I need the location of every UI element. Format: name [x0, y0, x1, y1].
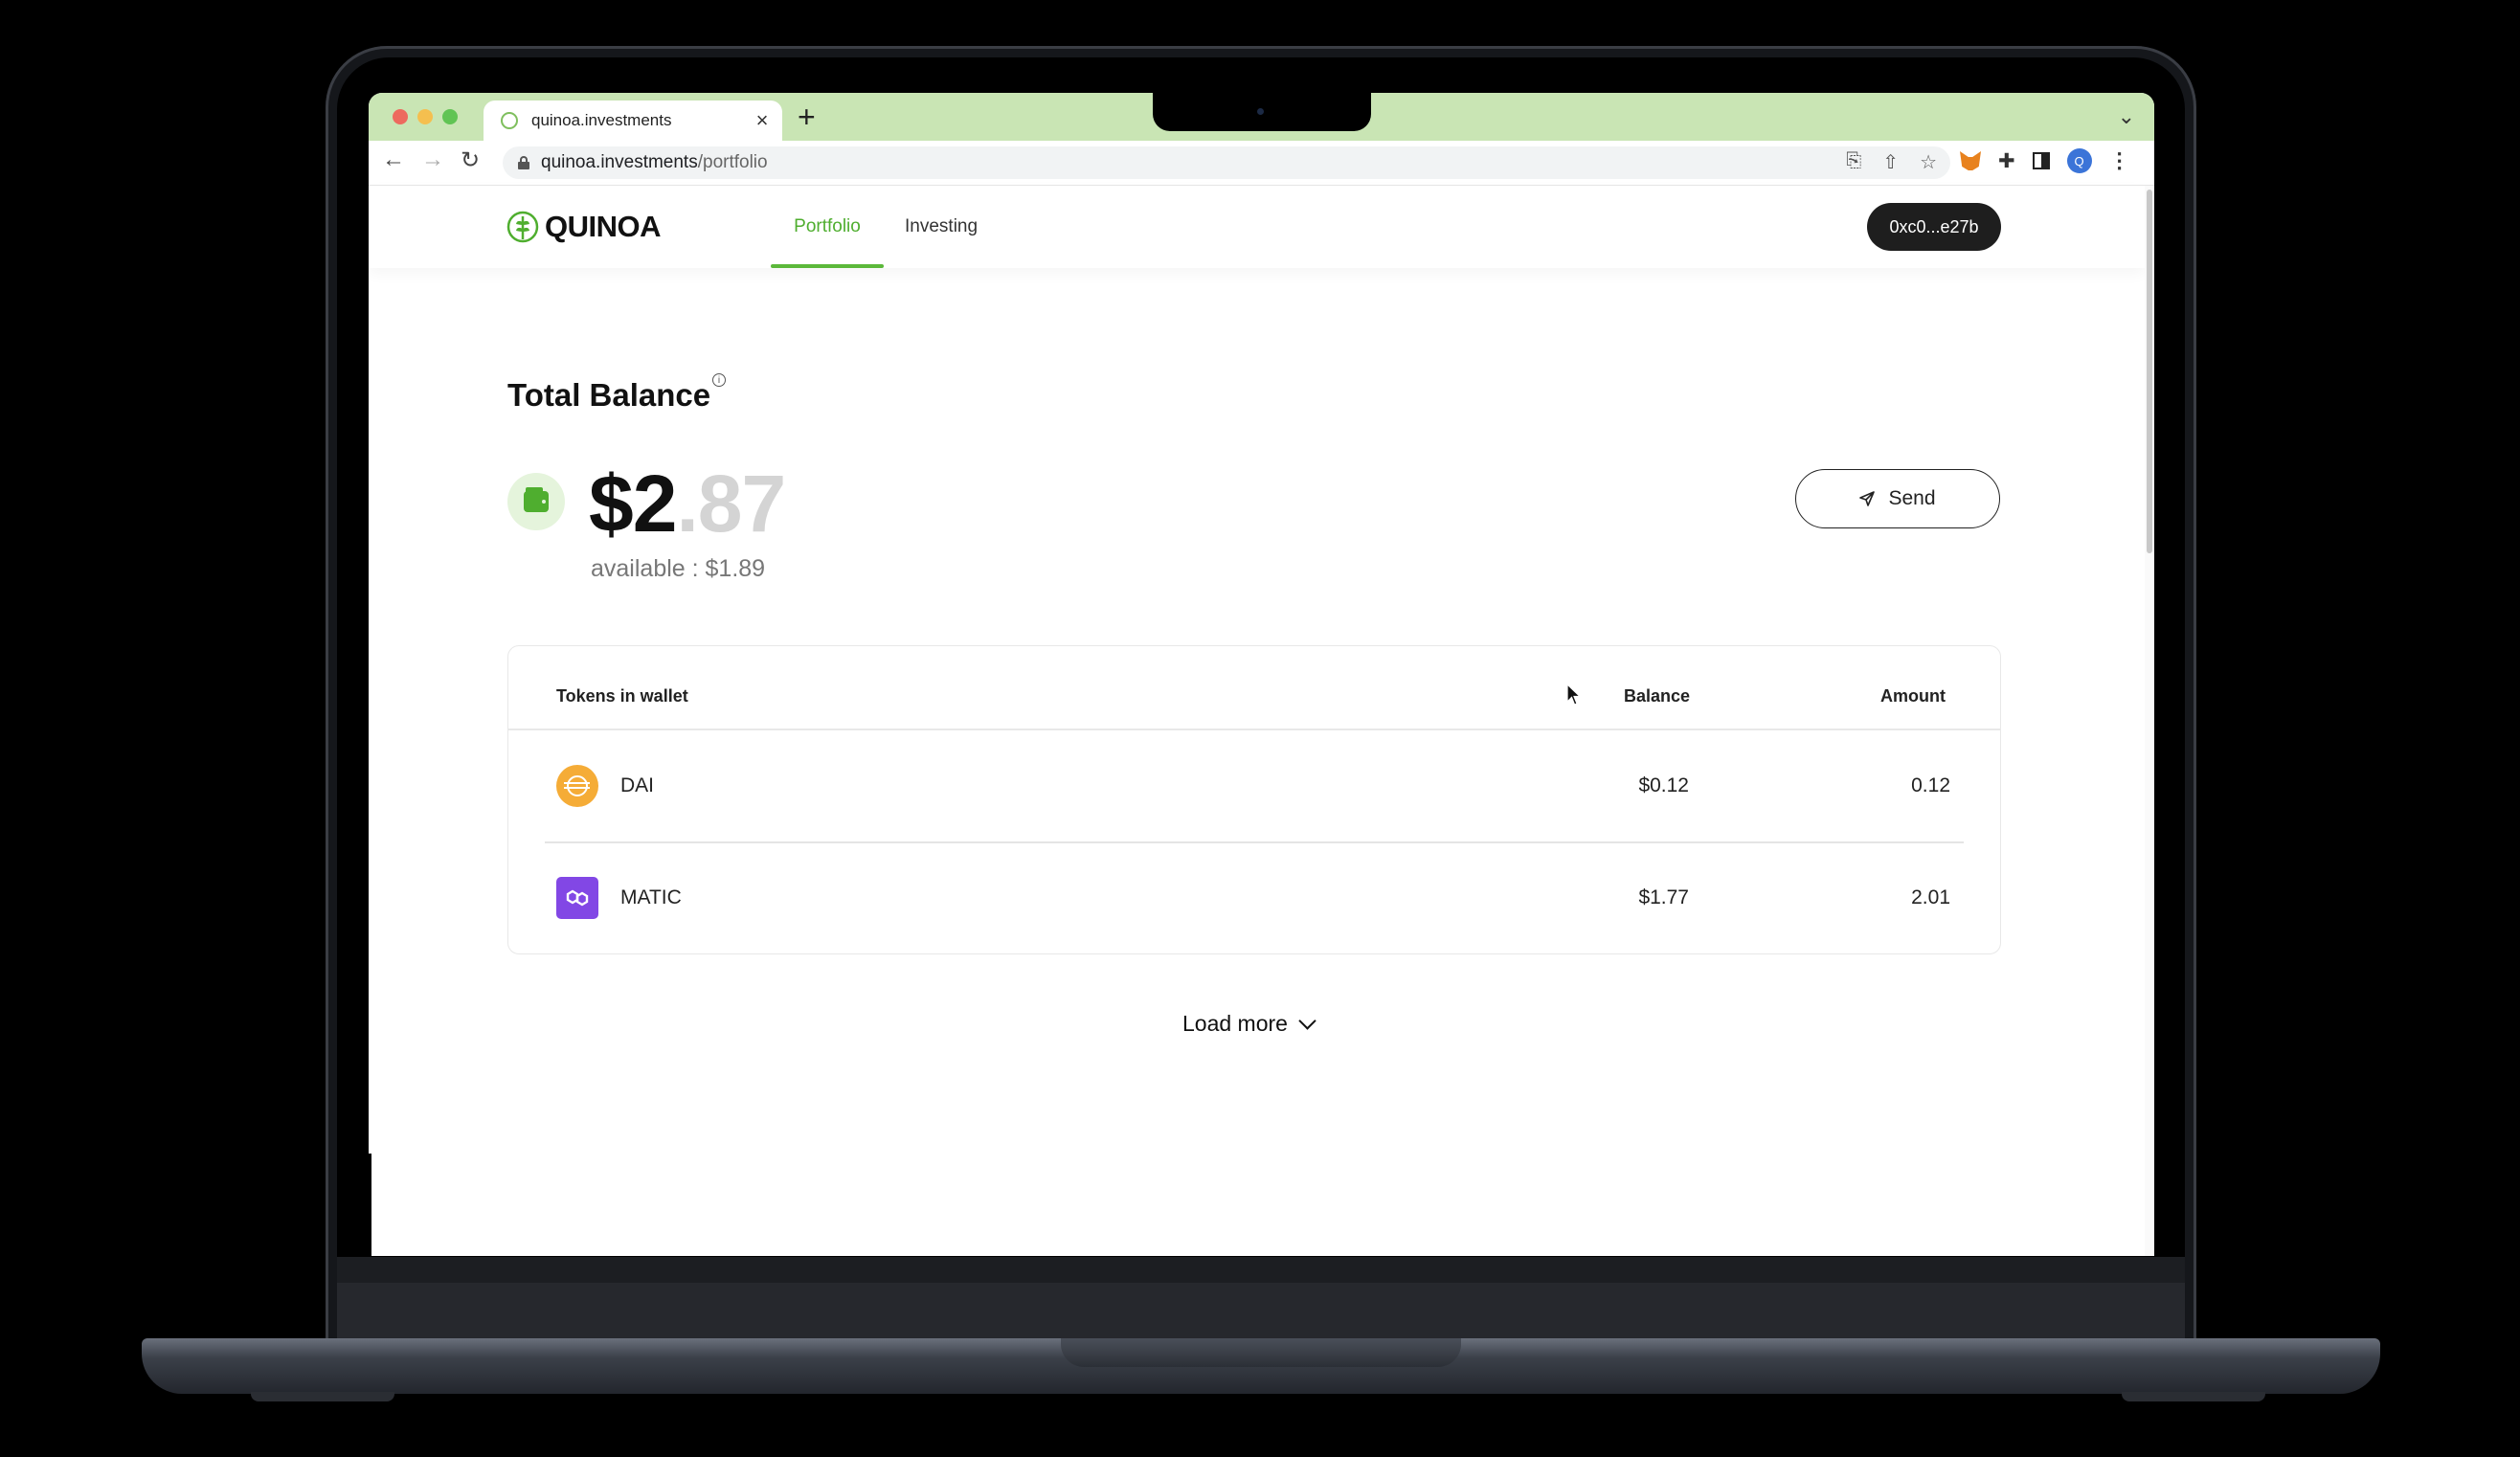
- lock-icon[interactable]: [518, 156, 529, 169]
- metamask-icon[interactable]: [1960, 151, 1981, 170]
- page-content: QUINOA Portfolio Investing 0xc0...e27b T…: [369, 186, 2154, 1256]
- page-scrollbar[interactable]: [2145, 186, 2154, 1256]
- column-header-token: Tokens in wallet: [556, 686, 688, 706]
- quinoa-leaf-icon: [506, 211, 539, 243]
- mouse-cursor-icon: [1566, 684, 1582, 706]
- tab-search-chevron-icon[interactable]: ⌄: [2118, 104, 2135, 129]
- quinoa-favicon-icon: [501, 112, 518, 129]
- balance-whole: $2: [589, 459, 677, 549]
- camera-notch: [1153, 93, 1371, 131]
- more-menu-icon[interactable]: ⋮: [2109, 148, 2130, 173]
- url-host: quinoa.investments: [541, 152, 698, 172]
- window-minimize-button[interactable]: [417, 109, 433, 124]
- address-bar[interactable]: quinoa.investments/portfolio ⎘ ⇧ ☆: [503, 146, 1950, 179]
- browser-toolbar: ← → ↻ quinoa.investments/portfolio ⎘ ⇧ ☆…: [369, 141, 2154, 186]
- balance-cents: .87: [676, 459, 786, 549]
- new-tab-button[interactable]: +: [798, 100, 816, 135]
- window-maximize-button[interactable]: [442, 109, 458, 124]
- wallet-icon: [524, 487, 549, 512]
- address-bar-actions: ⎘ ⇧ ☆: [1846, 150, 1937, 174]
- share-icon[interactable]: ⇧: [1882, 150, 1899, 174]
- total-balance-amount: $2.87: [589, 458, 786, 550]
- laptop-foot-right: [2122, 1392, 2265, 1401]
- token-amount: 2.01: [1911, 886, 1950, 908]
- table-row[interactable]: DAI $0.12 0.12: [508, 730, 2000, 843]
- tab-close-icon[interactable]: ×: [750, 108, 775, 133]
- tokens-table: Tokens in wallet Balance Amount DAI $0.1…: [507, 645, 2001, 954]
- chevron-down-icon: [1298, 1012, 1316, 1030]
- quinoa-logo[interactable]: QUINOA: [506, 207, 662, 247]
- load-more-label: Load more: [1182, 1011, 1288, 1036]
- token-balance: $1.77: [1638, 886, 1689, 908]
- window-close-button[interactable]: [393, 109, 408, 124]
- forward-arrow-icon[interactable]: →: [421, 146, 444, 173]
- available-balance: available : $1.89: [591, 555, 766, 582]
- tab-investing[interactable]: Investing: [905, 186, 978, 268]
- extension-icons: ✚ Q ⋮: [1960, 148, 2130, 173]
- browser-tab-active[interactable]: quinoa.investments ×: [484, 101, 782, 141]
- send-button[interactable]: Send: [1795, 469, 2000, 528]
- laptop-trackpad-notch: [1061, 1338, 1461, 1367]
- send-label: Send: [1888, 487, 1936, 509]
- column-header-balance: Balance: [1624, 686, 1691, 706]
- logo-wordmark: QUINOA: [545, 210, 662, 243]
- address-url[interactable]: quinoa.investments/portfolio: [541, 152, 768, 173]
- profile-avatar[interactable]: Q: [2066, 148, 2092, 173]
- load-more-button[interactable]: Load more: [1182, 1011, 1316, 1037]
- reload-icon[interactable]: ↻: [461, 146, 480, 174]
- translate-icon[interactable]: ⎘: [1846, 150, 1861, 174]
- token-amount: 0.12: [1911, 774, 1950, 796]
- dai-icon: [556, 765, 598, 807]
- side-panel-icon[interactable]: [2032, 152, 2050, 169]
- wallet-badge: [507, 473, 565, 530]
- back-arrow-icon[interactable]: ←: [382, 146, 405, 173]
- screen: quinoa.investments × + ⌄ ← → ↻ quinoa.in…: [369, 93, 2154, 1256]
- laptop-foot-left: [251, 1392, 394, 1401]
- column-header-amount: Amount: [1880, 686, 1946, 706]
- url-path: /portfolio: [697, 152, 768, 172]
- scrollbar-thumb[interactable]: [2147, 190, 2152, 553]
- screen-edge: [369, 1154, 371, 1256]
- token-name: MATIC: [620, 886, 682, 908]
- wallet-address-button[interactable]: 0xc0...e27b: [1867, 203, 2001, 251]
- app-header: QUINOA Portfolio Investing 0xc0...e27b: [369, 186, 2145, 268]
- info-icon[interactable]: i: [712, 373, 726, 387]
- tab-title: quinoa.investments: [531, 111, 672, 129]
- matic-glyph: [566, 889, 589, 907]
- matic-icon: [556, 877, 598, 919]
- bookmark-star-icon[interactable]: ☆: [1920, 150, 1937, 174]
- puzzle-icon[interactable]: ✚: [1998, 149, 2015, 173]
- send-paper-plane-icon: [1859, 491, 1876, 506]
- token-balance: $0.12: [1638, 774, 1689, 796]
- laptop-hinge: [337, 1283, 2185, 1338]
- camera-icon: [1257, 108, 1264, 115]
- token-name: DAI: [620, 774, 655, 796]
- tab-portfolio[interactable]: Portfolio: [771, 186, 884, 268]
- total-balance-title: Total Balance: [507, 377, 711, 413]
- table-row[interactable]: MATIC $1.77 2.01: [508, 842, 2000, 953]
- dai-glyph: [564, 775, 590, 796]
